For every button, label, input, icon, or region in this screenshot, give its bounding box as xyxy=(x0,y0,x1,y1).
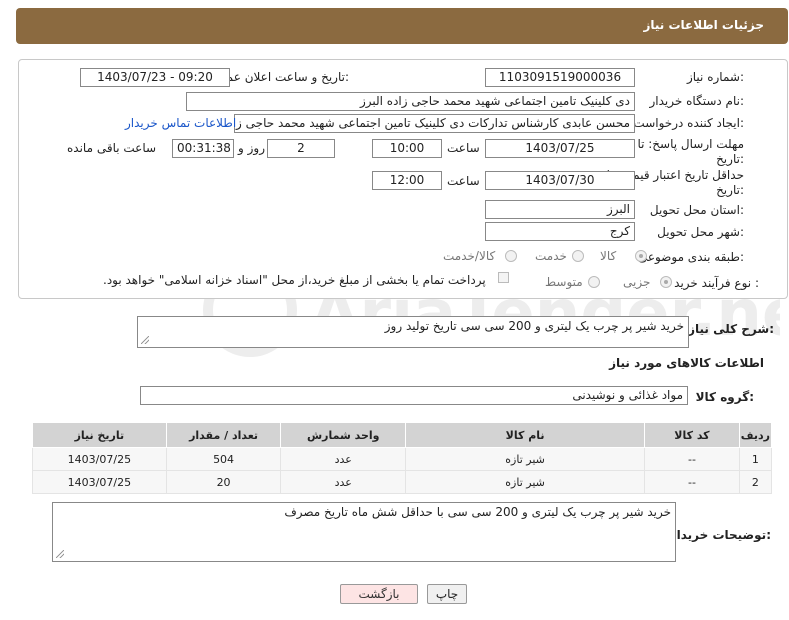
category-option-goods: کالا xyxy=(600,249,617,263)
deadline-label-date: تاریخ: xyxy=(716,152,744,166)
deadline-time-label: ساعت xyxy=(447,141,480,155)
buyer-notes-text: خرید شیر پر چرب یک لیتری و 200 سی سی با … xyxy=(284,505,671,519)
cell-code: -- xyxy=(644,447,740,471)
table-row: 2 -- شیر تازه عدد 20 1403/07/25 xyxy=(32,470,773,494)
page-header: جزئیات اطلاعات نیاز xyxy=(16,8,788,44)
city-field: کرج xyxy=(485,222,635,241)
days-field: 2 xyxy=(267,139,335,158)
goods-section-title: اطلاعات کالاهای مورد نیاز xyxy=(609,356,764,370)
cell-row: 1 xyxy=(738,447,773,471)
buyer-notes-label: توضیحات خریدار: xyxy=(669,528,771,542)
column-header-row: ردیف xyxy=(738,422,773,448)
category-radio-goods[interactable] xyxy=(635,250,647,262)
process-option-medium: متوسط xyxy=(545,275,583,289)
province-field: البرز xyxy=(485,200,635,219)
column-header-code: کد کالا xyxy=(644,422,740,448)
column-header-name: نام کالا xyxy=(405,422,646,448)
cell-name: شیر تازه xyxy=(405,447,646,471)
province-label: استان محل تحویل: xyxy=(649,203,744,217)
buyer-contact-link[interactable]: اطلاعات تماس خریدار xyxy=(125,116,236,130)
treasury-payment-checkbox[interactable] xyxy=(498,272,509,283)
days-label: روز و xyxy=(238,141,265,155)
validity-date-field: 1403/07/30 xyxy=(485,171,635,190)
back-button[interactable]: بازگشت xyxy=(340,584,418,604)
column-header-date: تاریخ نیاز xyxy=(32,422,167,448)
cell-qty: 504 xyxy=(165,447,282,471)
category-radio-goods-service[interactable] xyxy=(505,250,517,262)
city-label: شهر محل تحویل: xyxy=(657,225,744,239)
column-header-qty: تعداد / مقدار xyxy=(165,422,282,448)
cell-unit: عدد xyxy=(280,447,407,471)
deadline-date-field: 1403/07/25 xyxy=(485,139,635,158)
table-row: 1 -- شیر تازه عدد 504 1403/07/25 xyxy=(32,447,773,471)
summary-textarea: خرید شیر پر چرب یک لیتری و 200 سی سی تار… xyxy=(137,316,689,348)
resize-handle-icon xyxy=(141,336,149,344)
cell-date: 1403/07/25 xyxy=(32,470,167,494)
validity-time-field: 12:00 xyxy=(372,171,442,190)
process-radio-minor[interactable] xyxy=(660,276,672,288)
summary-text: خرید شیر پر چرب یک لیتری و 200 سی سی تار… xyxy=(384,319,684,333)
deadline-time-field: 10:00 xyxy=(372,139,442,158)
need-number-label: شماره نیاز: xyxy=(686,70,744,84)
deadline-label: مهلت ارسال پاسخ: تا xyxy=(637,137,744,151)
cell-row: 2 xyxy=(738,470,773,494)
cell-code: -- xyxy=(644,470,740,494)
requester-field: محسن عابدی کارشناس تدارکات دی کلینیک تام… xyxy=(234,114,635,133)
goods-group-field: مواد غذائی و نوشیدنی xyxy=(140,386,688,405)
treasury-payment-note: پرداخت تمام یا بخشی از مبلغ خرید،از محل … xyxy=(103,273,486,287)
page-title: جزئیات اطلاعات نیاز xyxy=(643,18,764,32)
goods-group-label: گروه کالا: xyxy=(695,390,754,404)
cell-unit: عدد xyxy=(280,470,407,494)
category-radio-service[interactable] xyxy=(572,250,584,262)
category-option-goods-service: کالا/خدمت xyxy=(443,249,496,263)
category-option-service: خدمت xyxy=(535,249,567,263)
need-number-field: 1103091519000036 xyxy=(485,68,635,87)
remaining-label: ساعت باقی مانده xyxy=(67,141,157,155)
print-button[interactable]: چاپ xyxy=(427,584,467,604)
remaining-time-field: 00:31:38 xyxy=(172,139,234,158)
summary-label: شرح کلی نیاز: xyxy=(688,322,774,336)
process-type-label: نوع فرآیند خرید : xyxy=(674,276,759,290)
buyer-org-label: نام دستگاه خریدار: xyxy=(649,94,745,108)
process-radio-medium[interactable] xyxy=(588,276,600,288)
requester-label: ایجاد کننده درخواست: xyxy=(633,116,744,130)
buyer-org-field: دی کلینیک تامین اجتماعی شهید محمد حاجی ز… xyxy=(186,92,635,111)
validity-label-date: تاریخ: xyxy=(716,183,744,197)
resize-handle-icon xyxy=(56,550,64,558)
category-label: طبقه بندی موضوعی: xyxy=(637,250,744,264)
goods-table-header: ردیف کد کالا نام کالا واحد شمارش تعداد /… xyxy=(32,422,773,448)
cell-date: 1403/07/25 xyxy=(32,447,167,471)
process-option-minor: جزیی xyxy=(623,275,651,289)
announce-date-field: 1403/07/23 - 09:20 xyxy=(80,68,230,87)
column-header-unit: واحد شمارش xyxy=(280,422,407,448)
goods-table: ردیف کد کالا نام کالا واحد شمارش تعداد /… xyxy=(32,422,773,494)
buyer-notes-textarea: خرید شیر پر چرب یک لیتری و 200 سی سی با … xyxy=(52,502,676,562)
cell-qty: 20 xyxy=(165,470,282,494)
validity-time-label: ساعت xyxy=(447,174,480,188)
cell-name: شیر تازه xyxy=(405,470,646,494)
